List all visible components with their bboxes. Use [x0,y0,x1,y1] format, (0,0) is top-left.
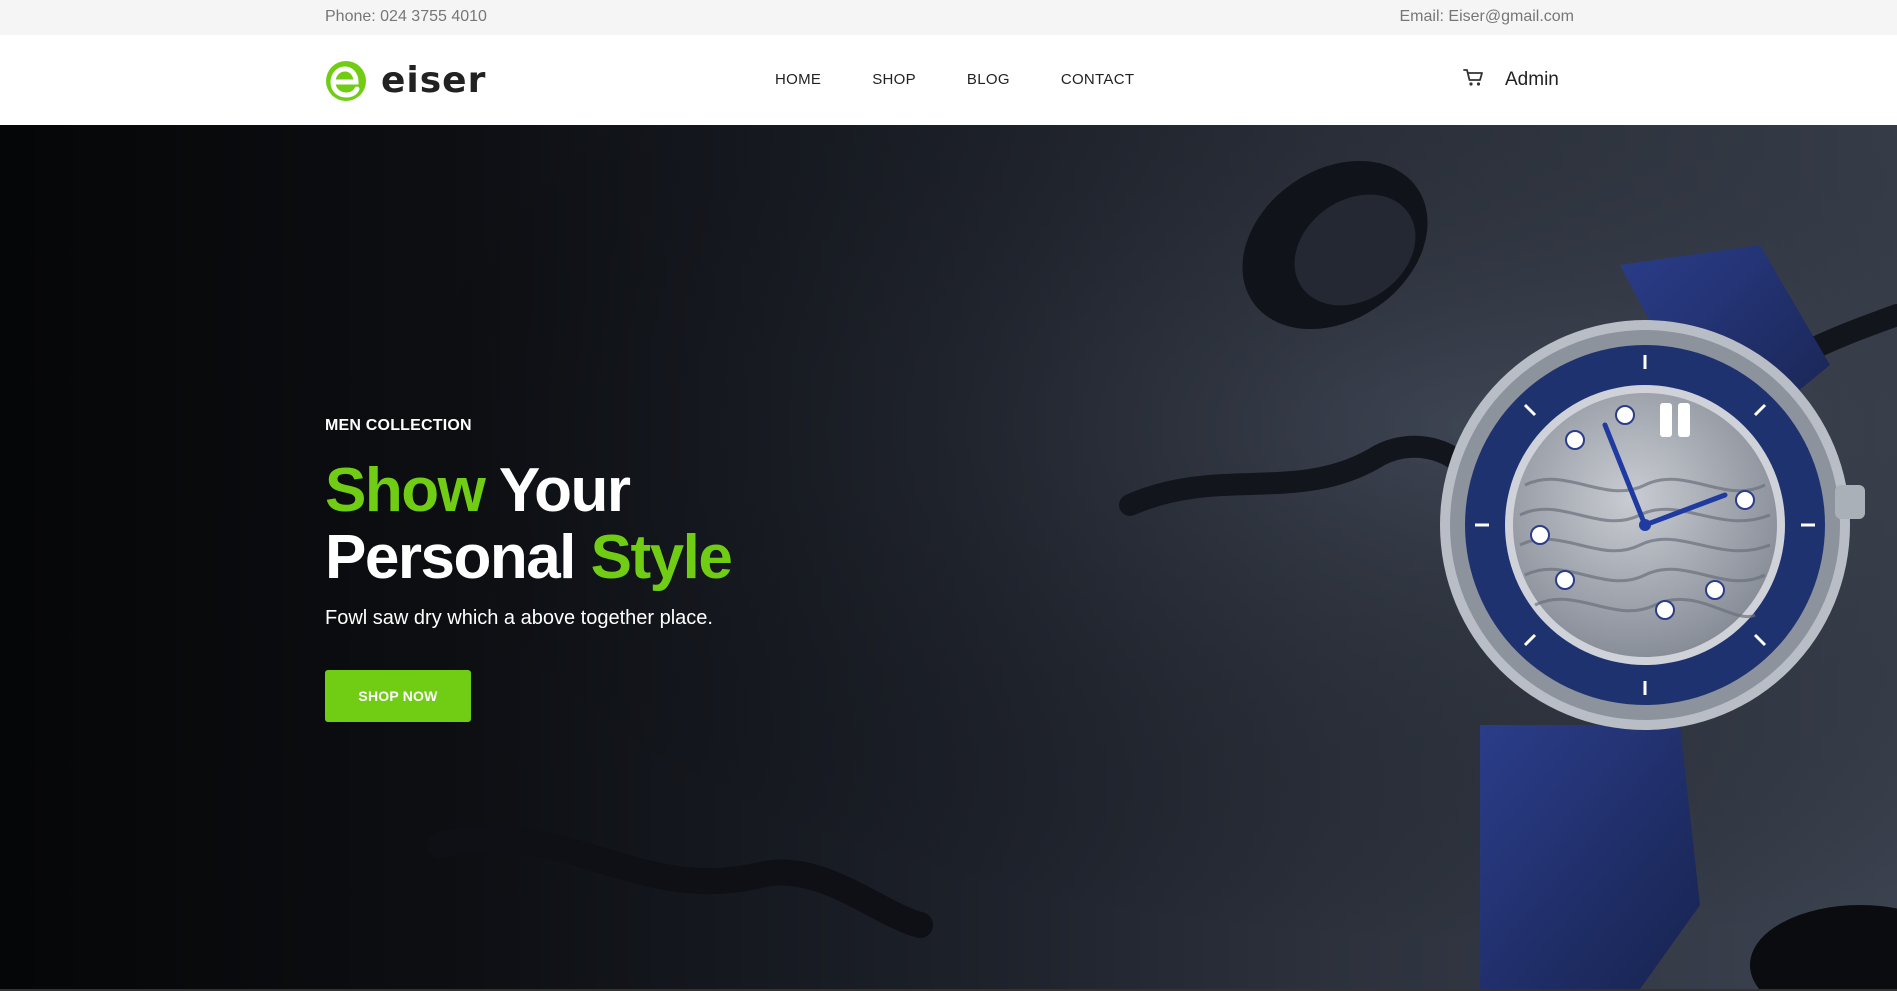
main-nav: HOME SHOP BLOG CONTACT [775,71,1134,88]
hero-title: Show Your Personal Style [325,456,733,592]
logo-mark-icon [326,61,366,101]
hero-subtitle: MEN COLLECTION [325,417,472,434]
nav-contact[interactable]: CONTACT [1061,71,1134,88]
hero-watch-image [0,125,1897,989]
top-contact-bar: Phone: 024 3755 4010 Email: Eiser@gmail.… [0,0,1897,35]
hero-title-accent-1: Show [325,456,486,525]
hero-banner: MEN COLLECTION Show Your Personal Style … [0,125,1897,989]
cart-icon[interactable] [1463,68,1485,88]
phone-text: Phone: 024 3755 4010 [325,8,487,25]
admin-link[interactable]: Admin [1505,69,1559,91]
nav-blog[interactable]: BLOG [967,71,1010,88]
shop-now-button[interactable]: SHOP NOW [325,670,471,722]
hero-title-text-1: Your [484,456,631,525]
logo-text: eiser [381,60,487,101]
hero-content: MEN COLLECTION Show Your Personal Style … [325,417,733,722]
hero-title-accent-2: Style [590,523,733,592]
site-header: eiser HOME SHOP BLOG CONTACT Admin [0,35,1897,125]
email-text: Email: Eiser@gmail.com [1399,8,1575,25]
hero-description: Fowl saw dry which a above together plac… [325,607,713,629]
nav-home[interactable]: HOME [775,71,821,88]
hero-title-text-2: Personal [325,523,591,592]
logo[interactable]: eiser [325,59,486,103]
nav-shop[interactable]: SHOP [872,71,916,88]
